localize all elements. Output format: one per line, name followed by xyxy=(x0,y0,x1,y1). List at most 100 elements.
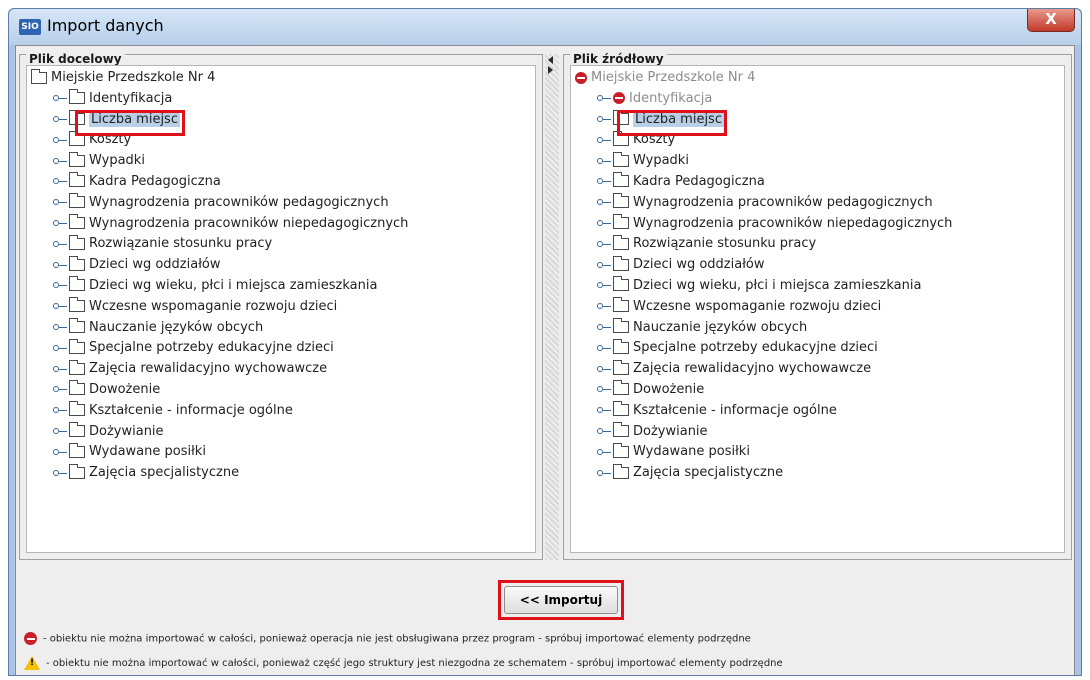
expand-handle-icon[interactable] xyxy=(597,364,611,374)
expand-handle-icon[interactable] xyxy=(597,468,611,478)
tree-item[interactable]: Specjalne potrzeby edukacyjne dzieci xyxy=(575,338,952,361)
folder-icon xyxy=(613,255,629,271)
folder-icon xyxy=(613,318,629,334)
tree-item[interactable]: Wynagrodzenia pracowników niepedagogiczn… xyxy=(31,214,408,237)
tree-item[interactable]: Dzieci wg wieku, płci i miejsca zamieszk… xyxy=(575,276,952,299)
tree-item[interactable]: Dowożenie xyxy=(31,380,408,403)
expand-handle-icon[interactable] xyxy=(597,93,611,103)
tree-item[interactable]: Dzieci wg oddziałów xyxy=(31,255,408,278)
import-button[interactable]: << Importuj xyxy=(504,586,618,614)
expand-handle-icon[interactable] xyxy=(53,218,67,228)
expand-handle-icon[interactable] xyxy=(53,364,67,374)
expand-handle-icon[interactable] xyxy=(597,176,611,186)
tree-item[interactable]: Wynagrodzenia pracowników pedagogicznych xyxy=(575,193,952,216)
tree-item-selected[interactable]: Liczba miejsc xyxy=(31,110,408,133)
panel-splitter[interactable] xyxy=(545,54,559,560)
tree-item[interactable]: Kadra Pedagogiczna xyxy=(575,172,952,195)
expand-handle-icon[interactable] xyxy=(53,260,67,270)
expand-handle-icon[interactable] xyxy=(597,447,611,457)
tree-item[interactable]: Zajęcia rewalidacyjno wychowawcze xyxy=(575,359,952,382)
tree-item[interactable]: Wypadki xyxy=(575,151,952,174)
folder-icon xyxy=(613,151,629,167)
tree-item[interactable]: Wypadki xyxy=(31,151,408,174)
expand-handle-icon[interactable] xyxy=(597,218,611,228)
tree-item[interactable]: Zajęcia specjalistyczne xyxy=(31,463,408,486)
expand-handle-icon[interactable] xyxy=(53,176,67,186)
expand-handle-icon[interactable] xyxy=(53,384,67,394)
expand-handle-icon[interactable] xyxy=(597,260,611,270)
tree-item[interactable]: Dzieci wg wieku, płci i miejsca zamieszk… xyxy=(31,276,408,299)
tree-item[interactable]: Kształcenie - informacje ogólne xyxy=(31,401,408,424)
expand-handle-icon[interactable] xyxy=(53,156,67,166)
expand-handle-icon[interactable] xyxy=(597,301,611,311)
tree-root[interactable]: Miejskie Przedszkole Nr 4 xyxy=(575,70,952,91)
tree-item[interactable]: Dożywianie xyxy=(575,422,952,445)
splitter-arrows-icon[interactable] xyxy=(548,56,556,74)
source-tree[interactable]: Miejskie Przedszkole Nr 4 Identyfikacja … xyxy=(570,65,1065,553)
expand-handle-icon[interactable] xyxy=(597,280,611,290)
expand-handle-icon[interactable] xyxy=(53,239,67,249)
expand-handle-icon[interactable] xyxy=(597,197,611,207)
expand-handle-icon[interactable] xyxy=(53,93,67,103)
tree-item[interactable]: Nauczanie języków obcych xyxy=(575,318,952,341)
expand-handle-icon[interactable] xyxy=(53,426,67,436)
folder-icon xyxy=(69,130,85,146)
legend-no-entry-text: - obiektu nie można importować w całości… xyxy=(43,633,751,645)
title-bar[interactable]: SIO Import danych X xyxy=(9,9,1081,45)
tree-item[interactable]: Kształcenie - informacje ogólne xyxy=(575,401,952,424)
tree-item[interactable]: Dowożenie xyxy=(575,380,952,403)
expand-handle-icon[interactable] xyxy=(597,322,611,332)
tree-item[interactable]: Dzieci wg oddziałów xyxy=(575,255,952,278)
tree-item[interactable]: Wczesne wspomaganie rozwoju dzieci xyxy=(575,297,952,320)
expand-handle-icon[interactable] xyxy=(597,135,611,145)
expand-handle-icon[interactable] xyxy=(597,239,611,249)
folder-icon xyxy=(613,401,629,417)
expand-handle-icon[interactable] xyxy=(597,156,611,166)
expand-handle-icon[interactable] xyxy=(53,135,67,145)
expand-handle-icon[interactable] xyxy=(597,405,611,415)
tree-item[interactable]: Wydawane posiłki xyxy=(575,442,952,465)
expand-handle-icon[interactable] xyxy=(53,468,67,478)
expand-handle-icon[interactable] xyxy=(597,384,611,394)
tree-item[interactable]: Dożywianie xyxy=(31,422,408,445)
tree-item[interactable]: Identyfikacja xyxy=(31,89,408,112)
tree-item[interactable]: Zajęcia specjalistyczne xyxy=(575,463,952,486)
tree-item[interactable]: Nauczanie języków obcych xyxy=(31,318,408,341)
folder-icon xyxy=(613,463,629,479)
tree-item-disabled[interactable]: Identyfikacja xyxy=(575,91,952,112)
tree-root[interactable]: Miejskie Przedszkole Nr 4 xyxy=(31,68,408,91)
expand-handle-icon[interactable] xyxy=(597,343,611,353)
expand-handle-icon[interactable] xyxy=(53,447,67,457)
warning-icon xyxy=(24,656,40,670)
folder-icon xyxy=(69,151,85,167)
tree-item-selected[interactable]: Liczba miejsc xyxy=(575,110,952,133)
close-icon: X xyxy=(1045,10,1057,28)
close-button[interactable]: X xyxy=(1027,9,1075,32)
expand-handle-icon[interactable] xyxy=(53,197,67,207)
tree-item[interactable]: Specjalne potrzeby edukacyjne dzieci xyxy=(31,338,408,361)
folder-icon xyxy=(613,234,629,250)
expand-handle-icon[interactable] xyxy=(53,114,67,124)
tree-item[interactable]: Koszty xyxy=(31,130,408,153)
expand-handle-icon[interactable] xyxy=(53,405,67,415)
tree-item[interactable]: Wynagrodzenia pracowników pedagogicznych xyxy=(31,193,408,216)
tree-item[interactable]: Zajęcia rewalidacyjno wychowawcze xyxy=(31,359,408,382)
target-tree[interactable]: Miejskie Przedszkole Nr 4 Identyfikacja … xyxy=(26,65,536,553)
expand-handle-icon[interactable] xyxy=(597,114,611,124)
tree-item[interactable]: Wczesne wspomaganie rozwoju dzieci xyxy=(31,297,408,320)
expand-handle-icon[interactable] xyxy=(53,322,67,332)
tree-item-label: Wypadki xyxy=(89,153,145,169)
tree-item[interactable]: Wydawane posiłki xyxy=(31,442,408,465)
tree-item[interactable]: Rozwiązanie stosunku pracy xyxy=(575,234,952,257)
tree-item-label: Koszty xyxy=(633,132,676,148)
folder-icon xyxy=(613,442,629,458)
tree-item[interactable]: Koszty xyxy=(575,130,952,153)
expand-handle-icon[interactable] xyxy=(53,343,67,353)
expand-handle-icon[interactable] xyxy=(53,280,67,290)
legend-warning-text: - obiektu nie można importować w całości… xyxy=(46,658,783,669)
tree-item[interactable]: Kadra Pedagogiczna xyxy=(31,172,408,195)
expand-handle-icon[interactable] xyxy=(597,426,611,436)
expand-handle-icon[interactable] xyxy=(53,301,67,311)
tree-item[interactable]: Rozwiązanie stosunku pracy xyxy=(31,234,408,257)
tree-item[interactable]: Wynagrodzenia pracowników niepedagogiczn… xyxy=(575,214,952,237)
